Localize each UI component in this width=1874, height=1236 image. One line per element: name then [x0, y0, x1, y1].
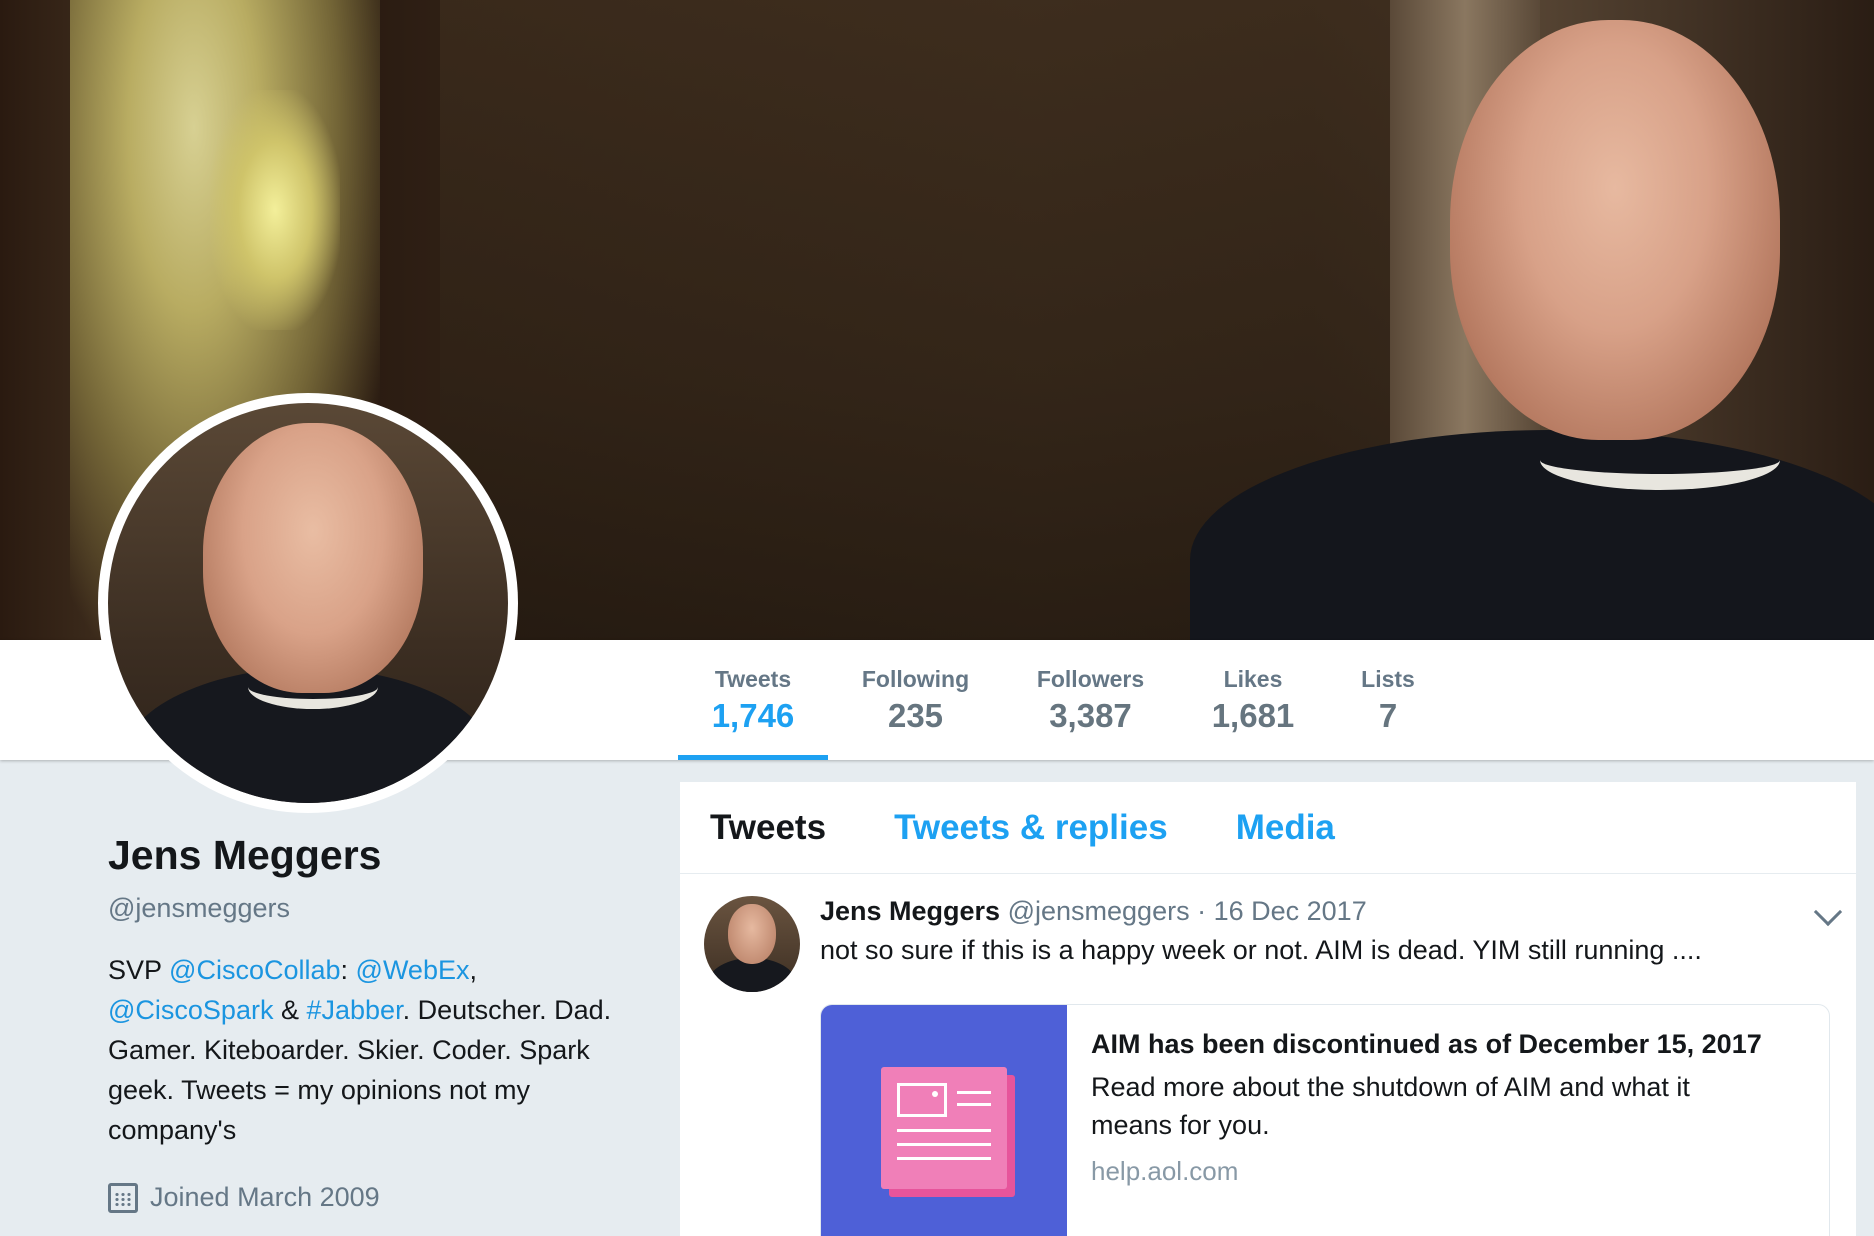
avatar-photo [108, 403, 508, 803]
stat-value: 1,681 [1211, 697, 1295, 734]
calendar-icon [108, 1182, 138, 1213]
bio-text: : [340, 955, 356, 985]
stat-tweets[interactable]: Tweets 1,746 [678, 640, 828, 760]
profile-joined: Joined March 2009 [108, 1182, 648, 1213]
stat-label: Following [861, 666, 970, 692]
doc-line [957, 1103, 991, 1106]
tab-tweets[interactable]: Tweets [710, 808, 826, 848]
profile-name[interactable]: Jens Meggers [108, 832, 648, 879]
stat-value: 1,746 [711, 697, 795, 734]
stat-likes[interactable]: Likes 1,681 [1178, 640, 1328, 760]
tweet-author-name[interactable]: Jens Meggers [820, 896, 1000, 926]
doc-line [897, 1129, 991, 1132]
stat-followers[interactable]: Followers 3,387 [1003, 640, 1178, 760]
stat-label: Tweets [714, 666, 792, 692]
tweet[interactable]: Jens Meggers @jensmeggers · 16 Dec 2017 … [680, 874, 1856, 1236]
hashtag-link[interactable]: #Jabber [306, 995, 402, 1025]
mention-link[interactable]: @CiscoCollab [169, 955, 340, 985]
banner-person-head [1450, 20, 1780, 440]
tweet-date[interactable]: 16 Dec 2017 [1214, 896, 1367, 926]
tweet-avatar[interactable] [704, 896, 800, 992]
image-icon [897, 1083, 947, 1117]
stat-lists[interactable]: Lists 7 [1328, 640, 1448, 760]
doc-line [897, 1157, 991, 1160]
stat-value: 7 [1378, 697, 1398, 734]
tweet-author-handle[interactable]: @jensmeggers [1008, 896, 1190, 926]
joined-date: Joined March 2009 [150, 1182, 380, 1212]
tweet-separator: · [1189, 896, 1214, 926]
tweet-body: Jens Meggers @jensmeggers · 16 Dec 2017 … [820, 896, 1832, 1236]
mention-link[interactable]: @CiscoSpark [108, 995, 273, 1025]
stat-following[interactable]: Following 235 [828, 640, 1003, 760]
doc-line [957, 1091, 991, 1094]
avatar-face [203, 423, 423, 693]
card-image [821, 1005, 1067, 1236]
tweet-avatar-face [728, 904, 776, 964]
stat-label: Followers [1036, 666, 1145, 692]
profile-card: Jens Meggers @jensmeggers SVP @CiscoColl… [108, 832, 648, 1213]
doc-line [897, 1143, 991, 1146]
avatar-collar [248, 665, 378, 709]
tab-tweets-replies[interactable]: Tweets & replies [894, 808, 1168, 848]
bio-text: & [273, 995, 307, 1025]
timeline: Tweets Tweets & replies Media Jens Megge… [680, 782, 1856, 1236]
tweet-text: not so sure if this is a happy week or n… [820, 935, 1702, 965]
banner-lamp-glow [210, 90, 340, 330]
stat-label: Lists [1361, 666, 1415, 692]
link-card[interactable]: AIM has been discontinued as of December… [820, 1004, 1830, 1236]
bio-text: , [469, 955, 477, 985]
bio-text: SVP [108, 955, 170, 985]
stat-label: Likes [1223, 666, 1283, 692]
tweet-header: Jens Meggers @jensmeggers · 16 Dec 2017 [820, 896, 1832, 927]
timeline-tabs: Tweets Tweets & replies Media [680, 782, 1856, 874]
banner-person-collar [1540, 430, 1780, 490]
mention-link[interactable]: @WebEx [356, 955, 470, 985]
card-title: AIM has been discontinued as of December… [1091, 1029, 1762, 1059]
card-description: Read more about the shutdown of AIM and … [1091, 1072, 1690, 1140]
stat-value: 3,387 [1049, 697, 1132, 734]
profile-handle[interactable]: @jensmeggers [108, 893, 648, 924]
profile-stats: Tweets 1,746 Following 235 Followers 3,3… [678, 640, 1448, 760]
card-url: help.aol.com [1091, 1156, 1239, 1186]
profile-avatar[interactable] [98, 393, 518, 813]
profile-bio: SVP @CiscoCollab: @WebEx, @CiscoSpark & … [108, 950, 648, 1150]
tab-media[interactable]: Media [1236, 808, 1335, 848]
article-icon [881, 1067, 1007, 1189]
card-text: AIM has been discontinued as of December… [1067, 1005, 1786, 1236]
stat-value: 235 [887, 697, 944, 734]
